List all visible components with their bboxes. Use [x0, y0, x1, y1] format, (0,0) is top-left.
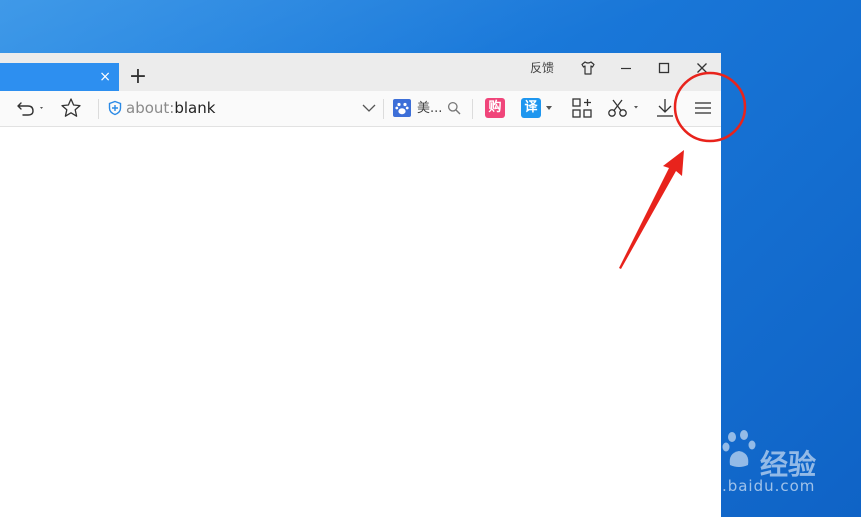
search-input[interactable]: 美... [417, 100, 442, 118]
shield-icon [108, 100, 122, 116]
skin-button[interactable] [574, 57, 602, 79]
undo-close-button[interactable] [14, 94, 48, 122]
tshirt-icon [581, 61, 595, 75]
feedback-button[interactable]: 反馈 [530, 59, 554, 77]
close-window-button[interactable] [688, 57, 716, 79]
url-scheme: about: [126, 99, 175, 117]
page-content [0, 127, 721, 517]
browser-window: × + 反馈 about:blank 美... 购 译 [0, 53, 721, 517]
caret-down-icon [546, 106, 552, 110]
star-icon [61, 98, 81, 117]
baidu-paw-icon [393, 99, 411, 117]
apps-button[interactable] [569, 94, 595, 122]
search-button[interactable] [444, 94, 464, 122]
minimize-button[interactable] [612, 57, 640, 79]
minimize-icon [621, 67, 631, 70]
scissors-icon [608, 99, 638, 117]
shopping-button[interactable]: 购 [485, 98, 505, 118]
screenshot-button[interactable] [606, 94, 642, 122]
tab-close-button[interactable]: × [99, 68, 111, 86]
toolbar-divider [98, 99, 99, 119]
toolbar: about:blank 美... 购 译 [0, 91, 721, 127]
search-icon [447, 101, 461, 115]
hamburger-menu-icon [695, 102, 711, 114]
new-tab-button[interactable]: + [127, 65, 149, 89]
watermark: Bai 经验 jingyan.baidu.com [660, 425, 855, 500]
security-shield-icon[interactable] [105, 94, 125, 122]
translate-dropdown[interactable] [543, 94, 555, 122]
maximize-icon [658, 62, 670, 74]
maximize-button[interactable] [650, 57, 678, 79]
tab-active[interactable]: × [0, 63, 119, 91]
toolbar-divider [472, 99, 473, 119]
search-engine-button[interactable] [391, 94, 413, 122]
watermark-brand: Bai [660, 433, 719, 473]
undo-icon [17, 102, 43, 116]
download-icon [657, 99, 673, 117]
translate-button[interactable]: 译 [521, 98, 541, 118]
address-bar[interactable]: about:blank [126, 99, 215, 118]
url-dropdown-button[interactable] [358, 94, 380, 122]
download-button[interactable] [652, 94, 678, 122]
chevron-down-icon [362, 104, 376, 112]
bookmark-button[interactable] [58, 94, 84, 122]
baidu-paw-watermark-icon [722, 430, 756, 467]
menu-button[interactable] [688, 94, 718, 122]
title-bar: × + 反馈 [0, 53, 721, 91]
apps-grid-icon [572, 98, 592, 118]
url-path: blank [174, 99, 216, 117]
watermark-url: jingyan.baidu.com [660, 477, 816, 495]
toolbar-divider [383, 99, 384, 119]
close-icon [697, 63, 707, 73]
